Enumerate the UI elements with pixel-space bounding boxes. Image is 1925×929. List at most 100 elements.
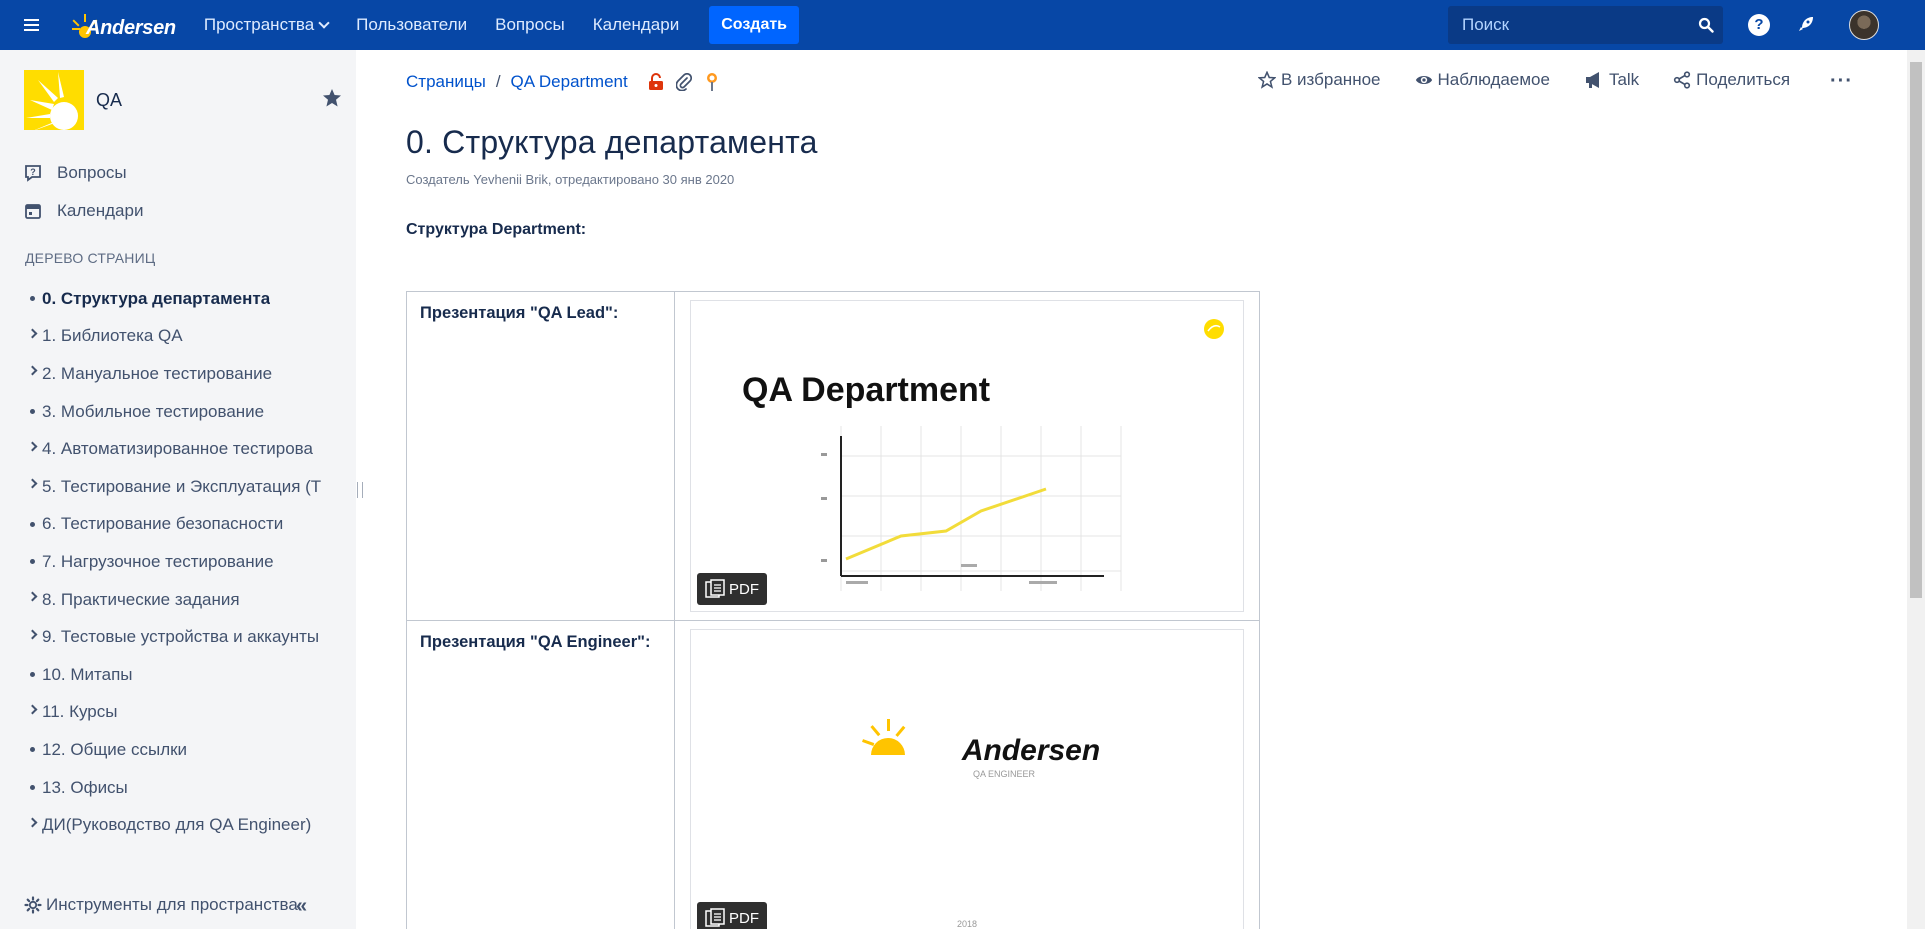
nav-spaces[interactable]: Пространства [203,15,330,35]
sidebar-tree-label: 9. Тестовые устройства и аккаунты [42,627,320,647]
page-byline: Создатель Yevhenii Brik, отредактировано… [406,172,735,187]
sidebar-tree-item[interactable]: 2. Мануальное тестирование [22,355,322,393]
page-tree-title: ДЕРЕВО СТРАНИЦ [25,250,156,266]
talk-label: Talk [1608,70,1640,89]
sidebar-tree-item[interactable]: 11. Курсы [22,694,322,732]
table-cell-preview: Andersen QA ENGINEER 2018 PDF [674,620,1260,929]
app-switcher-icon[interactable] [24,11,52,39]
sidebar-tree-item[interactable]: 10. Митапы [22,656,322,694]
more-actions-icon[interactable]: ··· [1830,70,1853,93]
table-cell-label: Презентация "QA Lead": [406,291,675,621]
table-cell-label: Презентация "QA Engineer": [406,620,675,929]
space-tools-button[interactable]: Инструменты для пространства [24,895,298,915]
sidebar-tree-item[interactable]: 0. Структура департамента [22,280,322,318]
sidebar-tree-label: 10. Митапы [42,664,133,684]
collapse-sidebar-icon[interactable]: « [296,895,307,918]
sidebar-tree-item[interactable]: 9. Тестовые устройства и аккаунты [22,618,322,656]
sidebar-resize-handle[interactable] [357,482,363,498]
page-actions: В избранное Наблюдаемое Talk Поделиться [1258,70,1824,90]
sidebar-tree-item[interactable]: 4. Автоматизированное тестирова [22,430,322,468]
sidebar-tree-item[interactable]: 13. Офисы [22,769,322,807]
favorite-button[interactable]: В избранное [1258,70,1381,90]
nav-questions[interactable]: Вопросы [495,15,565,35]
andersen-logo[interactable]: Andersen [70,5,176,45]
sidebar-tree-item[interactable]: 1. Библиотека QA [22,318,322,356]
pdf-badge[interactable]: PDF [697,573,767,605]
sidebar-link-label: Вопросы [57,163,127,182]
help-icon[interactable]: ? [1748,14,1770,36]
watch-button[interactable]: Наблюдаемое [1415,70,1550,90]
sidebar-tree-label: 7. Нагрузочное тестирование [42,551,274,571]
unlock-icon[interactable] [648,73,664,91]
star-outline-icon [1258,71,1276,89]
sidebar-link-calendars[interactable]: Календари [24,201,143,221]
sidebar-tree-item[interactable]: 7. Нагрузочное тестирование [22,543,322,581]
sidebar-tree-item[interactable]: ДИ(Руководство для QA Engineer) [22,806,322,844]
sidebar-tree-item[interactable]: 12. Общие ссылки [22,731,322,769]
bullet-icon [22,672,42,678]
expand-chevron-icon[interactable] [22,817,42,828]
slide-logo-text: Andersen [961,734,1100,767]
sidebar-tree-label: 3. Мобильное тестирование [42,401,265,421]
bullet-icon [22,296,42,302]
sidebar-tree-item[interactable]: 5. Тестирование и Эксплуатация (Т [22,468,322,506]
chevron-down-icon [318,17,330,29]
space-name[interactable]: QA [96,90,122,111]
expand-chevron-icon[interactable] [22,704,42,715]
pdf-preview-qa-lead[interactable]: QA Department PDF [690,300,1244,612]
section-heading: Структура Department: [406,221,587,238]
pdf-badge[interactable]: PDF [697,902,767,929]
star-icon[interactable] [322,88,342,113]
expand-chevron-icon[interactable] [22,328,42,339]
bullet-icon [22,747,42,753]
notifications-icon[interactable] [1795,13,1817,40]
talk-button[interactable]: Talk [1584,70,1639,90]
eye-icon [1415,75,1432,85]
user-avatar[interactable] [1849,10,1879,40]
sidebar-link-questions[interactable]: ? Вопросы [24,163,127,183]
nav-calendars[interactable]: Календари [593,15,679,35]
scrollbar-track[interactable] [1907,50,1925,929]
search-icon[interactable] [1689,8,1723,42]
questions-icon: ? [25,165,41,182]
expand-chevron-icon[interactable] [22,478,42,489]
page-tree: 0. Структура департамента 1. Библиотека Q… [22,280,322,844]
sidebar-tree-item[interactable]: 6. Тестирование безопасности [22,506,322,544]
bullet-icon [22,409,42,415]
slide-title: QA Department [742,371,990,409]
expand-chevron-icon[interactable] [22,366,42,376]
sidebar-tree-label: 0. Структура департамента [42,288,271,308]
calendar-icon [25,204,41,219]
search-input[interactable] [1448,15,1689,35]
sidebar-tree-label: 6. Тестирование безопасности [42,514,284,534]
pdf-preview-qa-engineer[interactable]: Andersen QA ENGINEER 2018 PDF [690,629,1244,929]
analytics-icon[interactable] [704,72,720,92]
sidebar-tree-label: 12. Общие ссылки [42,739,188,759]
slide-image: QA Department [742,319,1224,591]
breadcrumb-qa-department[interactable]: QA Department [511,72,628,92]
pdf-badge-label: PDF [729,580,759,598]
sidebar-tree-label: ДИ(Руководство для QA Engineer) [42,815,312,835]
expand-chevron-icon[interactable] [22,441,42,452]
sidebar-tree-item[interactable]: 3. Мобильное тестирование [22,393,322,431]
expand-chevron-icon[interactable] [22,629,42,640]
sidebar-tree-item[interactable]: 8. Практические задания [22,581,322,619]
expand-chevron-icon[interactable] [22,591,42,602]
pdf-badge-label: PDF [729,909,759,927]
breadcrumb-separator: / [495,72,501,91]
nav-users[interactable]: Пользователи [356,15,467,35]
sidebar-tree-label: 8. Практические задания [42,589,240,609]
pdf-file-icon [705,908,725,927]
nav-spaces-label: Пространства [203,15,315,34]
attachment-icon[interactable] [675,73,692,91]
pdf-file-icon [705,579,725,598]
scrollbar-thumb[interactable] [1910,62,1922,598]
space-logo[interactable] [24,70,84,130]
gear-icon [24,896,42,914]
breadcrumb-pages[interactable]: Страницы [406,72,486,92]
space-tools-label: Инструменты для пространства [46,895,298,914]
bullet-icon [22,785,42,791]
share-label: Поделиться [1696,70,1791,89]
share-button[interactable]: Поделиться [1673,70,1790,90]
create-button[interactable]: Создать [709,6,800,44]
